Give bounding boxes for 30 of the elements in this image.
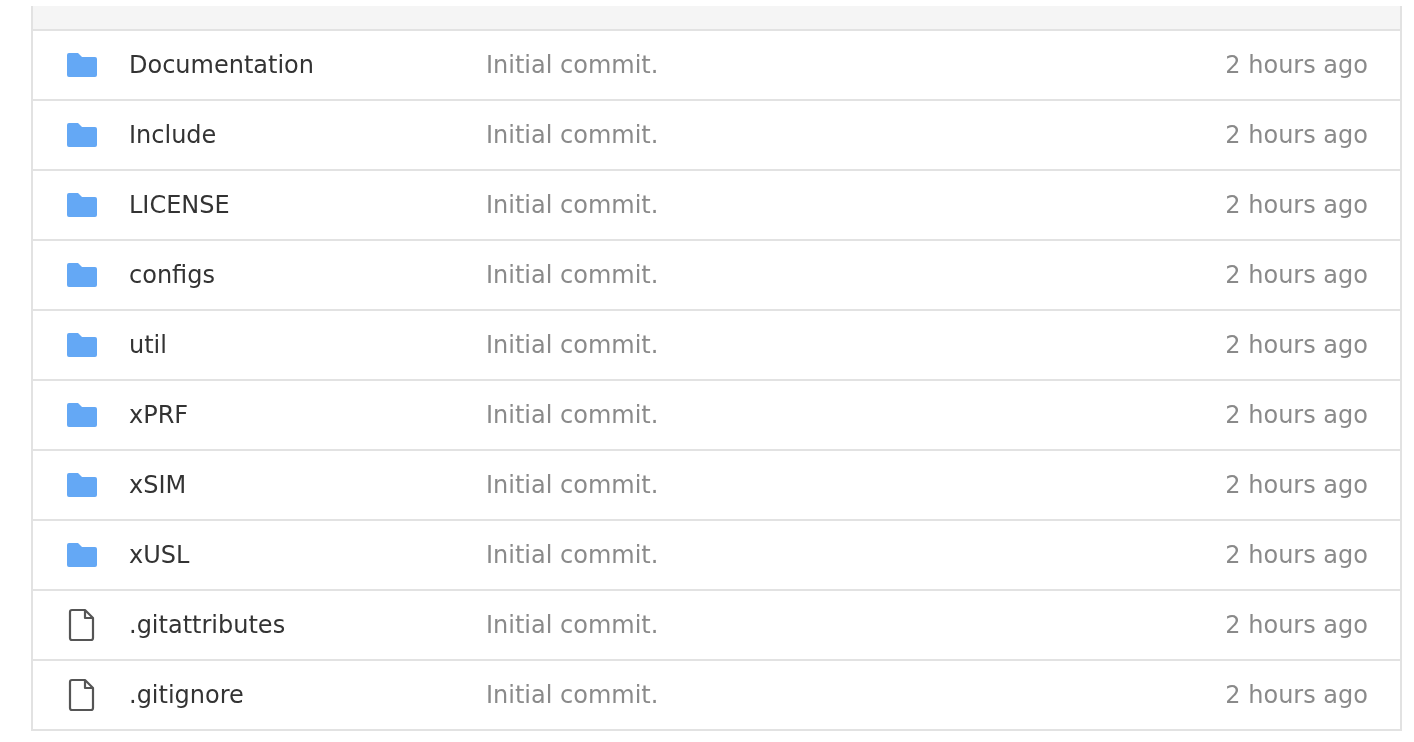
folder-icon	[65, 331, 99, 359]
commit-time: 2 hours ago	[1225, 610, 1368, 641]
file-name[interactable]: Include	[129, 117, 486, 153]
file-icon	[67, 678, 97, 712]
commit-time: 2 hours ago	[1225, 190, 1368, 221]
file-name[interactable]: LICENSE	[129, 187, 486, 223]
file-icon	[67, 608, 97, 642]
file-name[interactable]: configs	[129, 257, 486, 293]
file-name[interactable]: xPRF	[129, 397, 486, 433]
commit-time: 2 hours ago	[1225, 470, 1368, 501]
commit-time: 2 hours ago	[1225, 50, 1368, 81]
folder-icon	[65, 261, 99, 289]
folder-icon	[65, 401, 99, 429]
file-name[interactable]: xUSL	[129, 537, 486, 573]
folder-icon	[65, 191, 99, 219]
folder-icon	[65, 471, 99, 499]
commit-time: 2 hours ago	[1225, 330, 1368, 361]
folder-icon	[65, 541, 99, 569]
file-name[interactable]: util	[129, 327, 486, 363]
file-name[interactable]: .gitignore	[129, 677, 486, 713]
file-name[interactable]: .gitattributes	[129, 607, 486, 643]
commit-time: 2 hours ago	[1225, 120, 1368, 151]
commit-time: 2 hours ago	[1225, 540, 1368, 571]
file-name[interactable]: Documentation	[129, 47, 486, 83]
folder-icon	[65, 121, 99, 149]
commit-time: 2 hours ago	[1225, 680, 1368, 711]
file-name[interactable]: xSIM	[129, 467, 486, 503]
folder-icon	[65, 51, 99, 79]
commit-time: 2 hours ago	[1225, 260, 1368, 291]
commit-time: 2 hours ago	[1225, 400, 1368, 431]
